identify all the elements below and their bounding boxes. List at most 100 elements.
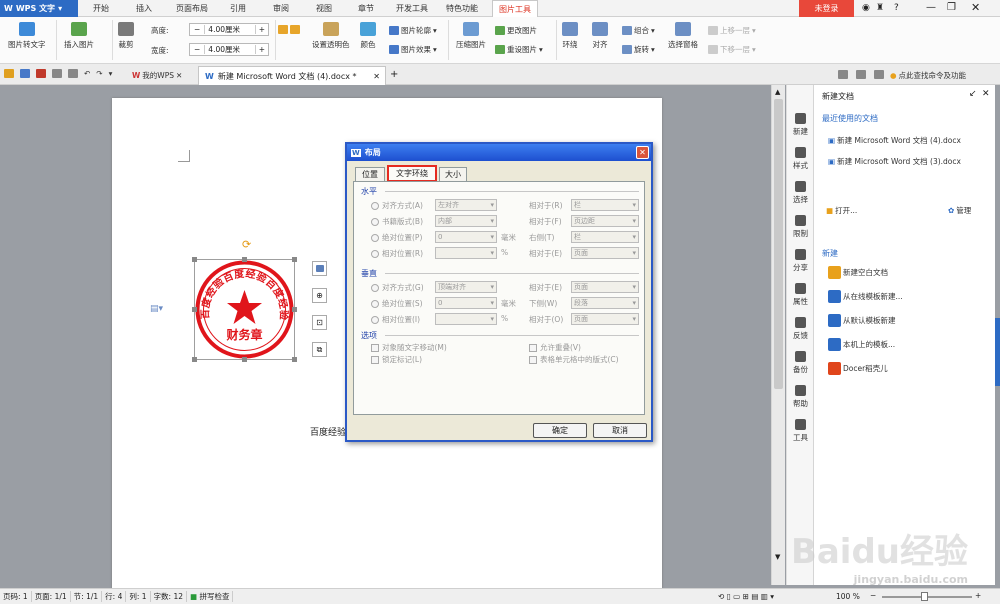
recent-doc-item[interactable]: ▣ 新建 Microsoft Word 文档 (4).docx [828, 135, 961, 146]
vertical-scrollbar[interactable]: ▲ ▼ [771, 85, 785, 585]
new-doc-item[interactable]: Docer稻壳儿 [828, 362, 888, 375]
h-row-value[interactable]: 左对齐 ▾ [435, 199, 497, 211]
close-tab-icon[interactable]: ✕ [373, 72, 380, 81]
scroll-up-icon[interactable]: ▲ [775, 88, 780, 96]
zoom-thumb[interactable] [921, 592, 928, 601]
rail-item[interactable]: 属性 [787, 283, 814, 307]
open-icon[interactable] [4, 69, 14, 78]
h-row-rel-select[interactable]: 页面 ▾ [571, 247, 639, 259]
rail-item[interactable]: 限制 [787, 215, 814, 239]
view-mode-icons[interactable]: ⟲ ▯ ▭ ⊞ ▤ ▥ ▾ [718, 592, 774, 601]
dialog-titlebar[interactable]: W 布局 ✕ [347, 144, 651, 161]
rail-item[interactable]: 反馈 [787, 317, 814, 341]
align-button[interactable]: 对齐 [592, 22, 608, 50]
v-row-rel-select[interactable]: 段落 ▾ [571, 297, 639, 309]
rail-item[interactable]: 备份 [787, 351, 814, 375]
replace-float-icon[interactable]: ⧉ [312, 342, 327, 357]
rotate-handle-icon[interactable]: ⟳ [242, 238, 251, 251]
recent-doc-item[interactable]: ▣ 新建 Microsoft Word 文档 (3).docx [828, 156, 961, 167]
h-row-label[interactable]: 相对位置(R) [371, 248, 423, 259]
tab-insert[interactable]: 插入 [136, 3, 152, 14]
bookmark-icon[interactable] [874, 70, 884, 79]
h-row-label[interactable]: 绝对位置(P) [371, 232, 422, 243]
cancel-button[interactable]: 取消 [593, 423, 647, 438]
tab-chapter[interactable]: 章节 [358, 3, 374, 14]
rotate-button[interactable]: 旋转 ▾ [622, 44, 655, 55]
set-transparent-button[interactable]: 设置透明色 [312, 22, 350, 50]
scroll-down-icon[interactable]: ▼ [775, 553, 780, 561]
rail-item[interactable]: 样式 [787, 147, 814, 171]
outline-button[interactable]: 图片轮廓 ▾ [389, 25, 437, 36]
spell-check[interactable]: ■ 拼写检查 [187, 591, 234, 602]
option-lock-anchor[interactable]: 锁定标记(L) [371, 354, 422, 365]
pic-to-text-button[interactable]: 图片转文字 [8, 22, 46, 50]
v-row-label[interactable]: 对齐方式(G) [371, 282, 424, 293]
pin-icon[interactable]: ↙ [969, 89, 977, 99]
dropdown-icon[interactable]: ▾ [109, 69, 113, 78]
new-doc-item[interactable]: 从默认模板新建 [828, 314, 896, 327]
width-stepper[interactable]: −4.00厘米 + [189, 43, 269, 56]
select-pane-button[interactable]: 选择窗格 [668, 22, 698, 50]
h-row-label[interactable]: 对齐方式(A) [371, 200, 423, 211]
tab-references[interactable]: 引用 [230, 3, 246, 14]
open-button[interactable]: ■ 打开... [826, 205, 857, 216]
preview-icon[interactable] [68, 69, 78, 78]
reset-picture-button[interactable]: 重设图片 ▾ [495, 44, 543, 55]
shirt-icon[interactable]: ♜ [876, 3, 884, 13]
zoom-level[interactable]: 100 % [836, 592, 860, 601]
close-icon[interactable]: ✕ [971, 1, 980, 14]
new-doc-item[interactable]: 新建空白文档 [828, 266, 888, 279]
h-row-value[interactable]: 0 ▾ [435, 231, 497, 243]
rail-item[interactable]: 工具 [787, 419, 814, 443]
login-button[interactable]: 未登录 [799, 0, 854, 17]
dialog-close-button[interactable]: ✕ [636, 146, 649, 159]
v-row-value[interactable]: 顶端对齐 ▾ [435, 281, 497, 293]
new-tab-icon[interactable]: + [390, 69, 398, 80]
option-layout-in-table[interactable]: 表格单元格中的版式(C) [529, 354, 619, 365]
layout-icon[interactable] [838, 70, 848, 79]
undo-icon[interactable]: ↶ [84, 69, 90, 78]
tab-developer[interactable]: 开发工具 [396, 3, 428, 14]
ok-button[interactable]: 确定 [533, 423, 587, 438]
tab-size[interactable]: 大小 [439, 167, 467, 181]
tab-review[interactable]: 审阅 [273, 3, 289, 14]
v-row-value[interactable]: 0 ▾ [435, 297, 497, 309]
tab-picture-tools[interactable]: 图片工具 [492, 0, 538, 17]
send-backward-button[interactable]: 下移一层 ▾ [708, 44, 756, 55]
help-icon[interactable]: ? [894, 3, 899, 13]
tab-home[interactable]: 开始 [93, 3, 109, 14]
color-button[interactable]: 颜色 [360, 22, 376, 50]
new-doc-item[interactable]: 从在线模板新建... [828, 290, 903, 303]
h-row-label[interactable]: 书籍版式(B) [371, 216, 423, 227]
pane-edge-tab[interactable] [995, 318, 1000, 386]
scroll-thumb[interactable] [774, 99, 783, 389]
option-allow-overlap[interactable]: 允许重叠(V) [529, 342, 581, 353]
rail-item[interactable]: 新建 [787, 113, 814, 137]
paragraph-layout-icon[interactable]: ▤▾ [150, 304, 163, 314]
new-doc-item[interactable]: 本机上的模板... [828, 338, 895, 351]
v-row-rel-select[interactable]: 页面 ▾ [571, 313, 639, 325]
h-row-value[interactable]: 内部 ▾ [435, 215, 497, 227]
effect-button[interactable]: 图片效果 ▾ [389, 44, 437, 55]
skin-icon[interactable]: ◉ [862, 3, 870, 13]
zoom-in-icon[interactable]: ⊕ [312, 288, 327, 303]
pdf-icon[interactable] [36, 69, 46, 78]
tab-features[interactable]: 特色功能 [446, 3, 478, 14]
my-wps-tab[interactable]: W 我的WPS ✕ [132, 70, 182, 81]
doc-tab-active[interactable]: W 新建 Microsoft Word 文档 (4).docx * ✕ [198, 66, 386, 85]
command-search[interactable]: ● 点此查找命令及功能 [890, 70, 966, 81]
tab-position[interactable]: 位置 [355, 167, 385, 181]
v-row-label[interactable]: 相对位置(I) [371, 314, 420, 325]
close-icon[interactable]: ✕ [982, 89, 990, 99]
sidebar-toggle-icon[interactable] [856, 70, 866, 79]
zoom-in-icon[interactable]: + [975, 591, 981, 600]
tab-page-layout[interactable]: 页面布局 [176, 3, 208, 14]
wrap-button[interactable]: 环绕 [562, 22, 578, 50]
seal-image[interactable]: 百度经验百度经验百度经验 财务章 [192, 257, 297, 362]
v-row-value[interactable]: ▾ [435, 313, 497, 325]
change-picture-button[interactable]: 更改图片 [495, 25, 537, 36]
minimize-icon[interactable]: — [926, 2, 936, 13]
compress-button[interactable]: 压缩图片 [456, 22, 486, 50]
option-move-with-text[interactable]: 对象随文字移动(M) [371, 342, 447, 353]
status-words[interactable]: 字数: 12 [151, 591, 187, 602]
